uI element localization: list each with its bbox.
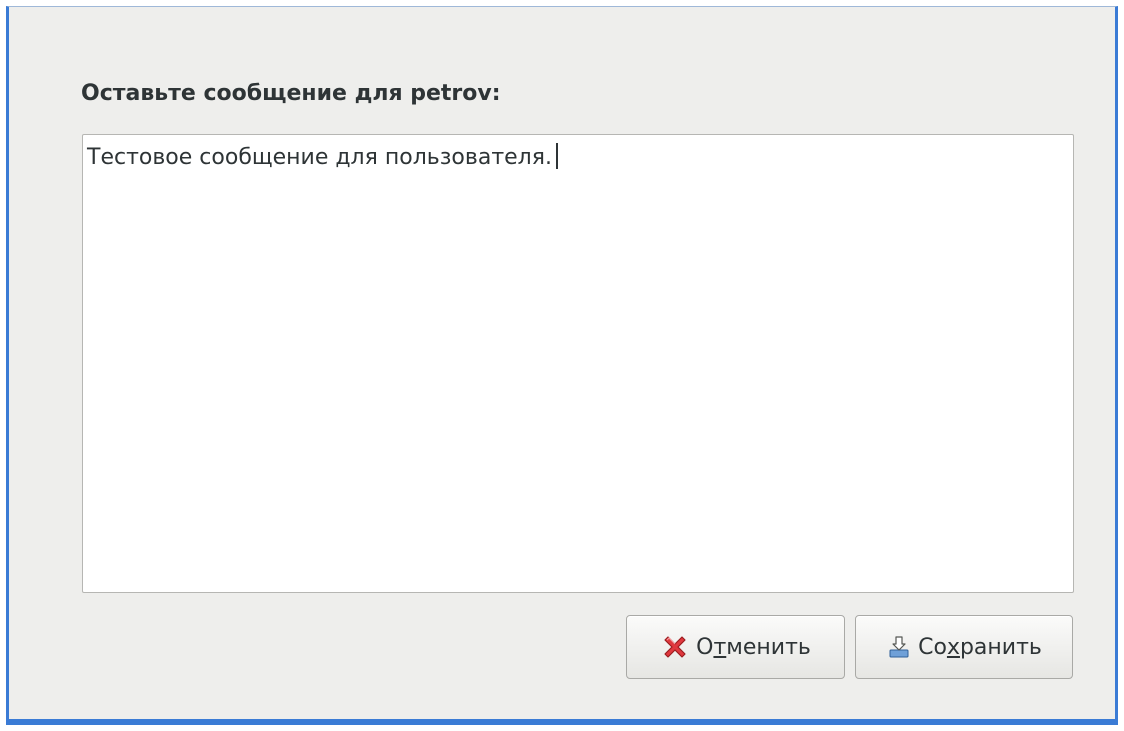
save-label: Сохранить — [918, 635, 1042, 660]
cancel-icon — [664, 636, 686, 658]
message-dialog: Оставьте сообщение для petrov: Тестовое … — [6, 6, 1118, 725]
cancel-label-start: О — [696, 634, 714, 660]
save-download-icon — [889, 636, 909, 658]
prompt-label: Оставьте сообщение для petrov: — [81, 81, 501, 106]
cancel-label-end: менить — [726, 634, 811, 660]
message-textarea[interactable]: Тестовое сообщение для пользователя. — [82, 134, 1074, 593]
save-label-mnemonic: х — [946, 634, 960, 660]
save-label-end: ранить — [959, 634, 1042, 660]
cancel-label: Отменить — [696, 635, 811, 660]
message-text: Тестовое сообщение для пользователя. — [87, 145, 552, 170]
save-label-start: Со — [918, 634, 947, 660]
cancel-label-mnemonic: т — [713, 634, 727, 660]
save-button[interactable]: Сохранить — [855, 615, 1073, 679]
text-caret — [555, 143, 558, 169]
cancel-button[interactable]: Отменить — [626, 615, 845, 679]
